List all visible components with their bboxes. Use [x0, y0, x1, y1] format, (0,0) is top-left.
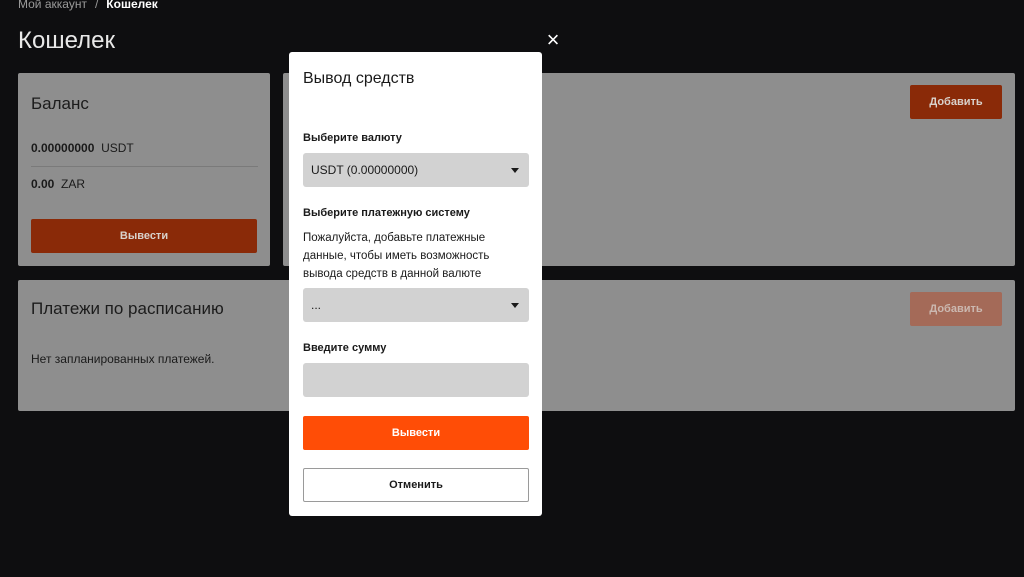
withdraw-submit-button[interactable]: Вывести [303, 416, 529, 450]
payment-system-select[interactable]: ... [303, 288, 529, 322]
balance-card: Баланс 0.00000000 USDT 0.00 ZAR Вывести [18, 73, 270, 266]
withdraw-modal: Вывод средств Выберите валюту USDT (0.00… [289, 52, 542, 516]
add-wallet-button[interactable]: Добавить [910, 85, 1002, 119]
currency-select[interactable]: USDT (0.00000000) [303, 153, 529, 187]
balance-amount: 0.00 [31, 177, 55, 191]
balance-currency: USDT [101, 141, 134, 155]
amount-label: Введите сумму [303, 342, 387, 354]
chevron-down-icon [511, 168, 519, 173]
scheduled-payments-empty-text: Нет запланированных платежей. [31, 352, 215, 366]
balance-row-zar: 0.00 ZAR [31, 177, 85, 191]
close-icon[interactable]: × [542, 29, 564, 51]
payment-system-hint: Пожалуйста, добавьте платежные данные, ч… [303, 232, 490, 280]
scheduled-payments-title: Платежи по расписанию [31, 299, 224, 318]
add-scheduled-payment-button[interactable]: Добавить [910, 292, 1002, 326]
balance-currency: ZAR [61, 177, 86, 191]
balance-divider [31, 166, 258, 167]
balance-withdraw-button[interactable]: Вывести [31, 219, 257, 253]
breadcrumb-parent-link[interactable]: Мой аккаунт [18, 0, 87, 11]
cancel-button[interactable]: Отменить [303, 468, 529, 502]
chevron-down-icon [511, 303, 519, 308]
payment-system-select-value: ... [311, 298, 322, 312]
balance-amount: 0.00000000 [31, 141, 95, 155]
breadcrumb: Мой аккаунт / Кошелек [18, 0, 158, 11]
currency-label: Выберите валюту [303, 132, 402, 144]
balance-card-title: Баланс [31, 94, 89, 113]
payment-system-label: Выберите платежную систему [303, 207, 470, 219]
modal-title: Вывод средств [303, 70, 415, 87]
breadcrumb-separator: / [94, 0, 99, 11]
amount-input[interactable] [303, 363, 529, 397]
breadcrumb-current: Кошелек [106, 0, 158, 11]
currency-select-value: USDT (0.00000000) [311, 163, 419, 177]
balance-row-usdt: 0.00000000 USDT [31, 141, 134, 155]
page-title: Кошелек [18, 27, 115, 54]
